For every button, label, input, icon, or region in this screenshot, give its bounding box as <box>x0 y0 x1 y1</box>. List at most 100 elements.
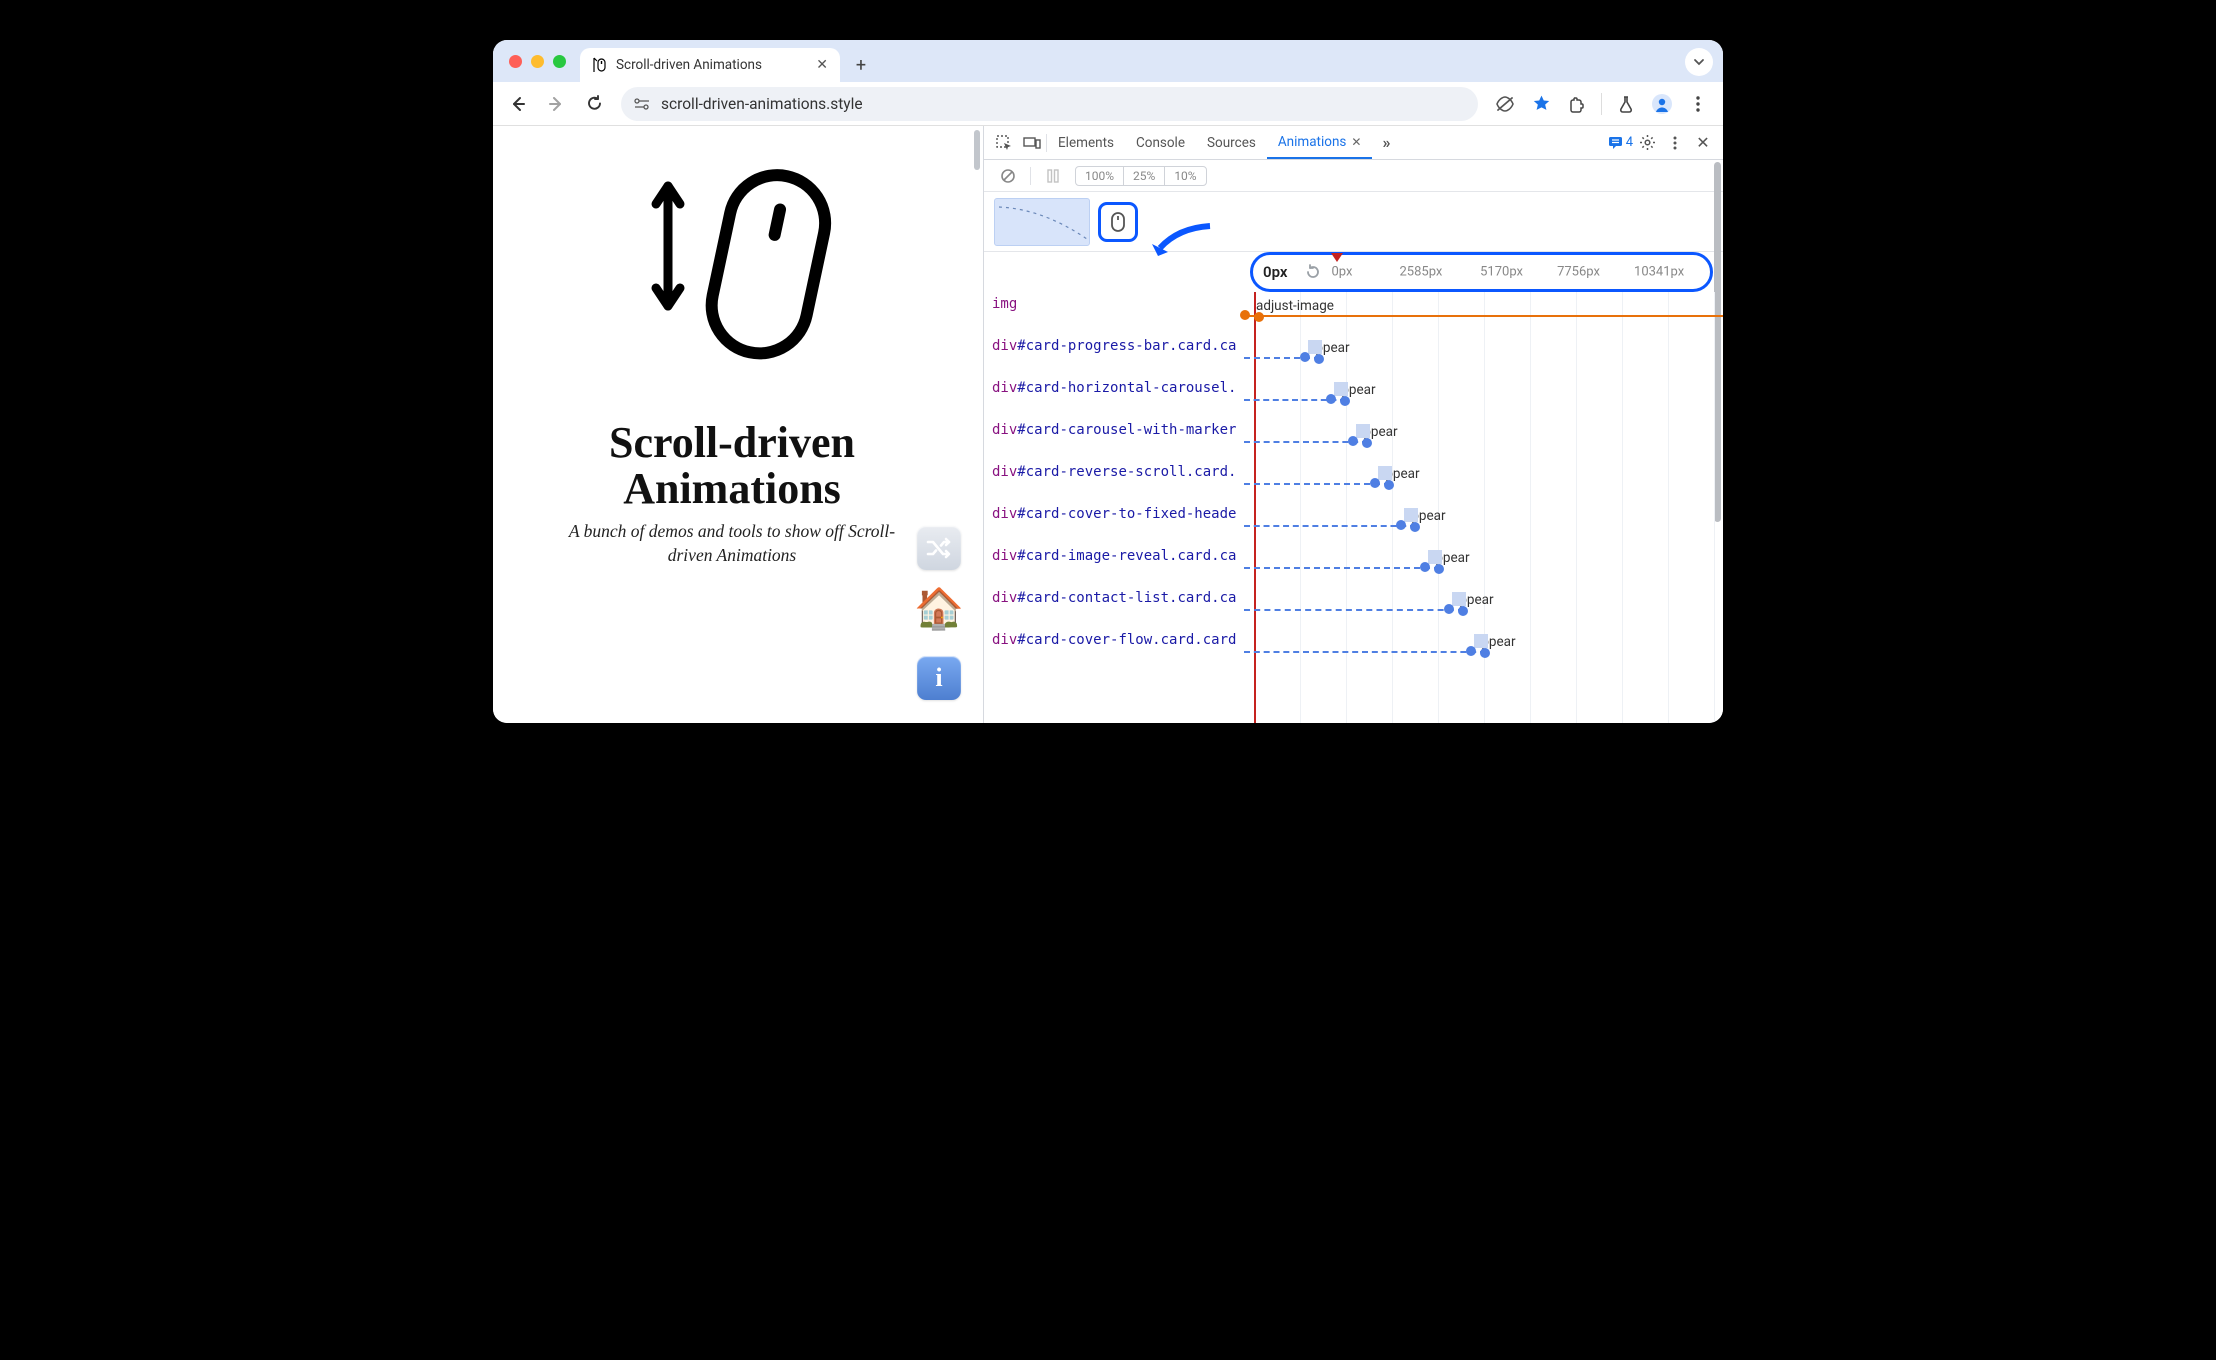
settings-gear-icon[interactable] <box>1633 129 1661 157</box>
animation-track[interactable]: appear <box>1244 590 1723 627</box>
keyframe-marker[interactable] <box>1300 352 1310 362</box>
keyframe-marker[interactable] <box>1466 646 1476 656</box>
close-window-button[interactable] <box>509 55 522 68</box>
tab-favicon <box>592 57 606 73</box>
animation-track[interactable]: adjust-image <box>1244 296 1723 333</box>
browser-tab[interactable]: Scroll-driven Animations ✕ <box>580 48 840 82</box>
bookmark-star-icon[interactable] <box>1524 87 1558 121</box>
shuffle-button[interactable] <box>917 526 961 570</box>
splitter[interactable] <box>971 126 983 723</box>
animation-track[interactable]: appear <box>1244 548 1723 585</box>
tab-animations[interactable]: Animations ✕ <box>1267 126 1373 159</box>
anim-controls-bar: 100% 25% 10% <box>984 160 1723 192</box>
device-toggle-icon[interactable] <box>1018 129 1046 157</box>
speed-10[interactable]: 10% <box>1165 167 1205 185</box>
element-selector[interactable]: div#card-progress-bar.card.ca <box>984 338 1244 354</box>
profile-avatar[interactable] <box>1645 87 1679 121</box>
tab-elements[interactable]: Elements <box>1047 126 1125 159</box>
extensions-button[interactable] <box>1560 87 1594 121</box>
reload-button[interactable] <box>577 87 611 121</box>
speed-100[interactable]: 100% <box>1076 167 1124 185</box>
more-tabs-icon[interactable]: » <box>1372 129 1400 157</box>
forward-button[interactable] <box>539 87 573 121</box>
keyframe-marker[interactable] <box>1396 520 1406 530</box>
playback-speed-group: 100% 25% 10% <box>1075 166 1207 186</box>
replay-icon[interactable] <box>1304 263 1322 281</box>
speed-25[interactable]: 25% <box>1124 167 1165 185</box>
tab-close-button[interactable]: ✕ <box>816 57 828 73</box>
home-button[interactable]: 🏠 <box>917 586 961 630</box>
tab-console[interactable]: Console <box>1125 126 1196 159</box>
animation-track[interactable]: appear <box>1244 506 1723 543</box>
animation-track[interactable]: appear <box>1244 464 1723 501</box>
animation-row[interactable]: div#card-carousel-with-markerappear <box>984 418 1723 460</box>
element-selector[interactable]: div#card-cover-to-fixed-heade <box>984 506 1244 522</box>
animation-bar[interactable] <box>1244 609 1464 611</box>
keyframe-marker[interactable] <box>1240 310 1250 320</box>
animation-track[interactable]: appear <box>1244 338 1723 375</box>
pause-icon[interactable] <box>1039 162 1067 190</box>
tick-4: 10341px <box>1634 265 1684 280</box>
element-selector[interactable]: div#card-carousel-with-marker <box>984 422 1244 438</box>
animation-bar[interactable] <box>1244 483 1390 485</box>
url-text: scroll-driven-animations.style <box>661 95 863 113</box>
animation-row[interactable]: div#card-reverse-scroll.card.appear <box>984 460 1723 502</box>
maximize-window-button[interactable] <box>553 55 566 68</box>
animation-row[interactable]: div#card-contact-list.card.caappear <box>984 586 1723 628</box>
inspect-icon[interactable] <box>990 129 1018 157</box>
hide-extension-icon[interactable] <box>1488 87 1522 121</box>
animation-track[interactable]: appear <box>1244 422 1723 459</box>
site-settings-icon[interactable] <box>633 97 651 111</box>
playhead-marker-icon[interactable] <box>1331 253 1343 262</box>
animation-bar[interactable] <box>1244 525 1416 527</box>
window-controls <box>503 40 580 82</box>
keyframe-marker[interactable] <box>1370 478 1380 488</box>
animation-bar[interactable] <box>1244 567 1440 569</box>
scroll-driven-badge[interactable] <box>1098 202 1138 242</box>
clear-icon[interactable] <box>994 162 1022 190</box>
info-button[interactable]: i <box>917 656 961 700</box>
tabs-overflow-button[interactable] <box>1685 48 1713 76</box>
devtools-close-icon[interactable]: ✕ <box>1689 129 1717 157</box>
timeline-header: 0px 0px 2585px 5170px 7756px 10341px <box>984 252 1723 292</box>
new-tab-button[interactable]: + <box>846 50 876 80</box>
animation-row[interactable]: div#card-cover-to-fixed-headeappear <box>984 502 1723 544</box>
animation-name-label: adjust-image <box>1256 298 1334 314</box>
animation-row[interactable]: div#card-image-reveal.card.caappear <box>984 544 1723 586</box>
element-selector[interactable]: div#card-horizontal-carousel. <box>984 380 1244 396</box>
page-subtitle: A bunch of demos and tools to show off S… <box>567 520 897 567</box>
toolbar-actions <box>1488 87 1715 121</box>
chrome-menu-button[interactable] <box>1681 87 1715 121</box>
keyframe-marker[interactable] <box>1326 394 1336 404</box>
timeline-ruler[interactable]: 0px 0px 2585px 5170px 7756px 10341px <box>1250 252 1713 292</box>
animation-row[interactable]: div#card-progress-bar.card.caappear <box>984 334 1723 376</box>
webpage[interactable]: Scroll-drivenAnimations A bunch of demos… <box>493 126 971 723</box>
element-selector[interactable]: div#card-cover-flow.card.card <box>984 632 1244 648</box>
animation-group-thumbnail[interactable] <box>994 198 1090 246</box>
element-selector[interactable]: div#card-image-reveal.card.ca <box>984 548 1244 564</box>
minimize-window-button[interactable] <box>531 55 544 68</box>
animation-bar[interactable] <box>1244 651 1486 653</box>
labs-icon[interactable] <box>1609 87 1643 121</box>
devtools-menu-icon[interactable] <box>1661 129 1689 157</box>
animation-row[interactable]: img adjust-image <box>984 292 1723 334</box>
element-selector[interactable]: div#card-reverse-scroll.card. <box>984 464 1244 480</box>
animation-track[interactable]: appear <box>1244 380 1723 417</box>
element-selector[interactable]: img <box>984 296 1244 312</box>
back-button[interactable] <box>501 87 535 121</box>
keyframe-marker[interactable] <box>1444 604 1454 614</box>
tab-sources[interactable]: Sources <box>1196 126 1267 159</box>
range-marker <box>1474 634 1488 648</box>
browser-window: Scroll-driven Animations ✕ + scroll-driv… <box>493 40 1723 723</box>
keyframe-marker[interactable] <box>1348 436 1358 446</box>
animation-track[interactable]: appear <box>1244 632 1723 669</box>
console-messages-badge[interactable]: 4 <box>1608 135 1633 150</box>
element-selector[interactable]: div#card-contact-list.card.ca <box>984 590 1244 606</box>
address-bar[interactable]: scroll-driven-animations.style <box>621 87 1478 121</box>
animation-row[interactable]: div#card-horizontal-carousel.appear <box>984 376 1723 418</box>
animation-row[interactable]: div#card-cover-flow.card.cardappear <box>984 628 1723 670</box>
tab-close-icon[interactable]: ✕ <box>1351 135 1361 149</box>
page-hero-mouse-icon <box>622 156 842 386</box>
keyframe-marker[interactable] <box>1420 562 1430 572</box>
animation-bar[interactable] <box>1244 315 1723 317</box>
